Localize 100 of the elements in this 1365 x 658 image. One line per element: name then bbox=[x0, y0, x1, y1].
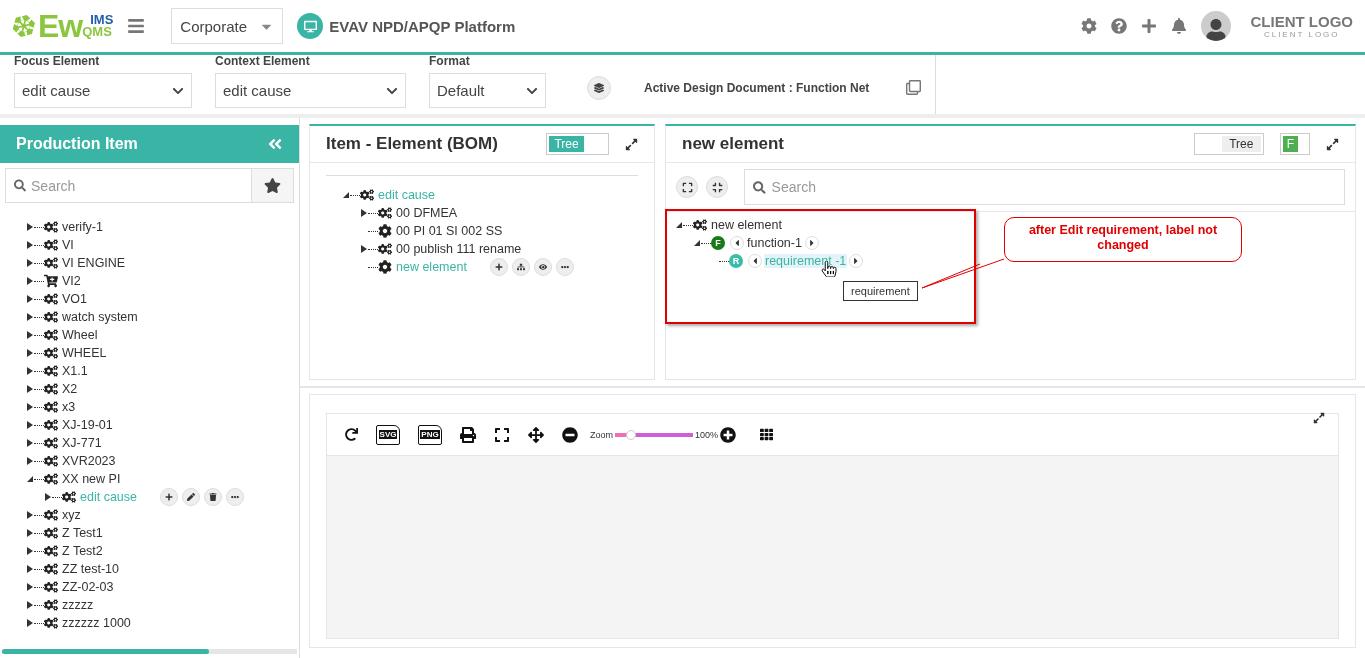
expand-caret-icon[interactable] bbox=[26, 600, 34, 610]
more-button[interactable] bbox=[555, 258, 574, 276]
tree-node-label[interactable]: XX new PI bbox=[61, 472, 122, 486]
logo-text: IMS bbox=[90, 14, 114, 26]
previous-button[interactable] bbox=[730, 236, 744, 250]
tree-node-label[interactable]: x3 bbox=[61, 400, 77, 414]
tree-node-label[interactable]: zzzzz bbox=[61, 598, 95, 612]
expand-icon[interactable] bbox=[1313, 412, 1325, 424]
edit-button[interactable] bbox=[182, 488, 200, 506]
collapse-caret-icon[interactable] bbox=[26, 475, 34, 483]
grid-icon[interactable] bbox=[760, 428, 774, 441]
notification-icon[interactable] bbox=[1170, 18, 1187, 34]
expand-caret-icon[interactable] bbox=[26, 528, 34, 538]
view-toggle[interactable]: Tree bbox=[1194, 133, 1264, 155]
expand-caret-icon[interactable] bbox=[26, 456, 34, 466]
next-button[interactable] bbox=[849, 254, 864, 268]
tree-node-label[interactable]: VI bbox=[61, 238, 75, 252]
fullscreen-icon[interactable] bbox=[494, 426, 510, 443]
organization-select[interactable]: Corporate bbox=[171, 8, 284, 44]
expand-caret-icon[interactable] bbox=[26, 312, 34, 322]
settings-icon[interactable] bbox=[1080, 18, 1097, 34]
expand-all-button[interactable] bbox=[676, 176, 698, 198]
print-icon[interactable] bbox=[460, 426, 476, 443]
more-button[interactable] bbox=[226, 488, 244, 506]
tree-node-label[interactable]: WHEEL bbox=[61, 346, 108, 360]
expand-caret-icon[interactable] bbox=[360, 244, 368, 254]
tree-node-label[interactable]: verify-1 bbox=[61, 220, 104, 234]
hierarchy-button[interactable] bbox=[511, 258, 530, 276]
tree-node-label[interactable]: ZZ-02-03 bbox=[61, 580, 115, 594]
expand-caret-icon[interactable] bbox=[26, 222, 34, 232]
expand-caret-icon[interactable] bbox=[26, 240, 34, 250]
delete-button[interactable] bbox=[204, 488, 222, 506]
tree-node-label[interactable]: Wheel bbox=[61, 328, 99, 342]
tree-node-label[interactable]: watch system bbox=[61, 310, 139, 324]
expand-caret-icon[interactable] bbox=[26, 348, 34, 358]
expand-icon[interactable] bbox=[625, 137, 638, 151]
expand-caret-icon[interactable] bbox=[26, 258, 34, 268]
add-button[interactable] bbox=[489, 258, 508, 276]
zoom-in-icon[interactable] bbox=[720, 426, 737, 443]
file-export-button[interactable]: SVG bbox=[376, 424, 400, 445]
expand-caret-icon[interactable] bbox=[26, 546, 34, 556]
tree-node-label[interactable]: VI2 bbox=[61, 274, 82, 288]
fit-icon[interactable] bbox=[528, 426, 544, 443]
expand-caret-icon[interactable] bbox=[44, 492, 52, 502]
expand-caret-icon[interactable] bbox=[26, 402, 34, 412]
dropdown-field[interactable]: edit cause bbox=[14, 73, 192, 108]
tree-node-label[interactable]: 00 DFMEA bbox=[395, 206, 459, 220]
tree-node-label[interactable]: 00 publish 111 rename bbox=[395, 242, 523, 256]
view-button[interactable] bbox=[533, 258, 552, 276]
tree-node-label[interactable]: X1.1 bbox=[61, 364, 89, 378]
dropdown-field[interactable]: Default bbox=[429, 73, 546, 108]
menu-icon[interactable] bbox=[127, 17, 146, 35]
expand-caret-icon[interactable] bbox=[26, 582, 34, 592]
favorites-button[interactable] bbox=[252, 168, 294, 203]
zoom-out-icon[interactable] bbox=[562, 426, 578, 443]
add-button[interactable] bbox=[160, 488, 178, 506]
expand-caret-icon[interactable] bbox=[26, 366, 34, 376]
dropdown-field[interactable]: edit cause bbox=[215, 73, 406, 108]
collapse-all-button[interactable] bbox=[706, 176, 728, 198]
tree-node-label[interactable]: X2 bbox=[61, 382, 79, 396]
expand-caret-icon[interactable] bbox=[26, 438, 34, 448]
tree-node-label[interactable]: xyz bbox=[61, 508, 82, 522]
tree-node-label[interactable]: XJ-19-01 bbox=[61, 418, 114, 432]
expand-caret-icon[interactable] bbox=[360, 208, 368, 218]
collapse-caret-icon[interactable] bbox=[693, 239, 701, 247]
previous-button[interactable] bbox=[748, 254, 762, 268]
expand-caret-icon[interactable] bbox=[26, 420, 34, 430]
scrollbar[interactable] bbox=[2, 649, 297, 654]
tree-node-label[interactable]: ZZ test-10 bbox=[61, 562, 120, 576]
expand-caret-icon[interactable] bbox=[26, 276, 34, 286]
add-icon[interactable] bbox=[1140, 18, 1157, 34]
tree-node-label[interactable]: new element bbox=[710, 218, 783, 232]
expand-caret-icon[interactable] bbox=[26, 294, 34, 304]
tree-node-label[interactable]: Z Test2 bbox=[61, 544, 104, 558]
expand-caret-icon[interactable] bbox=[26, 618, 34, 628]
expand-caret-icon[interactable] bbox=[26, 564, 34, 574]
user-avatar[interactable] bbox=[1200, 11, 1231, 41]
next-button[interactable] bbox=[804, 236, 819, 250]
tree-node-label[interactable]: VO1 bbox=[61, 292, 88, 306]
expand-caret-icon[interactable] bbox=[26, 384, 34, 394]
file-export-button[interactable]: PNG bbox=[418, 424, 442, 445]
tree-node-label[interactable]: VI ENGINE bbox=[61, 256, 127, 270]
tree-node-label[interactable]: function-1 bbox=[746, 236, 803, 250]
help-icon[interactable] bbox=[1110, 18, 1127, 34]
search-box[interactable]: Search bbox=[744, 169, 1345, 205]
expand-caret-icon[interactable] bbox=[26, 510, 34, 520]
refresh-icon[interactable] bbox=[345, 428, 358, 441]
tree-node-label[interactable]: XJ-771 bbox=[61, 436, 103, 450]
layers-button[interactable] bbox=[587, 76, 611, 100]
zoom-slider[interactable] bbox=[615, 432, 693, 437]
search-box[interactable]: Search bbox=[5, 168, 252, 203]
tree-node-label[interactable]: Z Test1 bbox=[61, 526, 104, 540]
collapse-caret-icon[interactable] bbox=[675, 221, 683, 229]
expand-caret-icon[interactable] bbox=[26, 330, 34, 340]
expand-icon[interactable] bbox=[1326, 137, 1339, 151]
tree-node-label[interactable]: XVR2023 bbox=[61, 454, 117, 468]
tree-node-label[interactable]: zzzzzz 1000 bbox=[61, 616, 132, 630]
copy-icon[interactable] bbox=[906, 80, 922, 95]
collapse-caret-icon[interactable] bbox=[342, 191, 350, 199]
tree-node-label[interactable]: 00 PI 01 SI 002 SS bbox=[395, 224, 504, 238]
